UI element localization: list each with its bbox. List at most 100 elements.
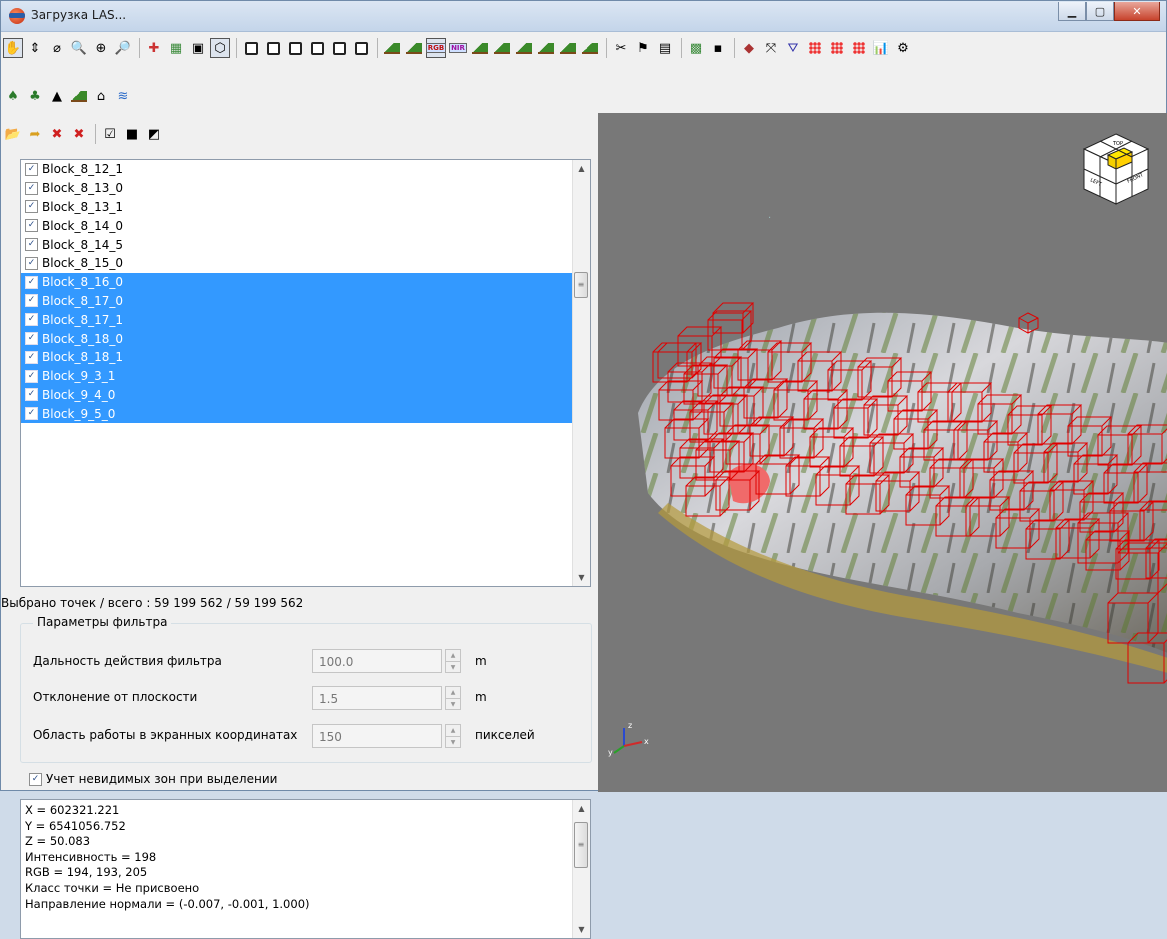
list-item-checkbox[interactable]: ✓	[25, 219, 38, 233]
list-item[interactable]: ✓ Block_8_16_0	[21, 272, 590, 292]
list-item[interactable]: ✓ Block_9_4_0	[21, 385, 590, 405]
ground-icon[interactable]	[69, 86, 89, 106]
view-cube-4-icon[interactable]	[307, 38, 327, 58]
info-scroll-thumb[interactable]: ≡	[574, 822, 588, 868]
point-add-icon[interactable]: ✚	[144, 38, 164, 58]
list-item-checkbox[interactable]: ✓	[25, 407, 38, 421]
invert-check-icon[interactable]: ◩	[144, 124, 164, 144]
filter-icon[interactable]: ⛛	[783, 38, 803, 58]
tools-icon[interactable]: ✂	[611, 38, 631, 58]
list-item-checkbox[interactable]: ✓	[25, 238, 38, 252]
points-sparse-icon[interactable]	[827, 38, 847, 58]
move-vertical-icon[interactable]: ⇕	[25, 38, 45, 58]
scroll-down-icon[interactable]: ▼	[573, 569, 590, 586]
list-item[interactable]: ✓ Block_8_14_5	[21, 235, 590, 254]
uncheck-all-icon[interactable]: ■	[122, 124, 142, 144]
hidden-zones-check-icon[interactable]: ✓	[29, 772, 42, 786]
view-cube-5-icon[interactable]	[329, 38, 349, 58]
info-scroll-down-icon[interactable]: ▼	[573, 921, 590, 938]
texture-icon[interactable]: ▩	[686, 38, 706, 58]
point-cloud-render[interactable]: · x z y	[598, 113, 1167, 792]
settings-icon[interactable]: ⚙	[893, 38, 913, 58]
ground-color-icon[interactable]	[558, 38, 578, 58]
list-item-checkbox[interactable]: ✓	[25, 313, 38, 327]
list-item-checkbox[interactable]: ✓	[25, 275, 38, 289]
navigation-cube[interactable]: TOP LEFT FRONT	[1076, 129, 1156, 209]
list-item[interactable]: ✓ Block_8_17_1	[21, 310, 590, 330]
list-item-checkbox[interactable]: ✓	[25, 332, 38, 346]
list-scrollbar[interactable]: ▲ ≡ ▼	[572, 160, 590, 586]
close-button[interactable]: ✕	[1114, 2, 1160, 21]
scroll-up-icon[interactable]: ▲	[573, 160, 590, 177]
blocks-list[interactable]: ✓ Block_8_12_1 ✓ Block_8_13_0 ✓ Block_8_13_1 ✓…	[20, 159, 591, 587]
elevation-color-icon[interactable]	[492, 38, 512, 58]
list-item[interactable]: ✓ Block_8_12_1	[21, 160, 590, 179]
delete-icon[interactable]: ✖	[47, 124, 67, 144]
view-cube-1-icon[interactable]	[241, 38, 261, 58]
histogram-icon[interactable]: 📊	[871, 38, 891, 58]
transform-icon[interactable]: ⤧	[761, 38, 781, 58]
open-folder-icon[interactable]: 📂	[3, 124, 23, 144]
classify-icon[interactable]: ⚑	[633, 38, 653, 58]
maximize-button[interactable]: ▢	[1086, 2, 1114, 21]
rgb-color-icon[interactable]: RGB	[425, 38, 447, 58]
list-item-checkbox[interactable]: ✓	[25, 350, 38, 364]
house-icon[interactable]: ⌂	[91, 86, 111, 106]
pan-hand-icon[interactable]: ✋	[3, 38, 23, 58]
filter-range-spinner[interactable]: ▲ ▼	[445, 649, 461, 673]
filter-range-input[interactable]: 100.0	[312, 649, 442, 673]
rectangle-select-icon[interactable]: ▣	[188, 38, 208, 58]
delete-all-icon[interactable]: ✖	[69, 124, 89, 144]
info-scroll-up-icon[interactable]: ▲	[573, 800, 590, 817]
screen-area-spinner[interactable]: ▲ ▼	[445, 724, 461, 748]
plane-icon[interactable]: ◆	[739, 38, 759, 58]
list-item-checkbox[interactable]: ✓	[25, 181, 38, 195]
panel-icon[interactable]: ▪	[708, 38, 728, 58]
plane-deviation-spinner[interactable]: ▲ ▼	[445, 686, 461, 710]
polygon-select-icon[interactable]: ⬡	[210, 38, 230, 58]
tree-icon[interactable]: ♠	[3, 86, 23, 106]
plane-deviation-input[interactable]: 1.5	[312, 686, 442, 710]
intensity-color-icon[interactable]	[470, 38, 490, 58]
table-icon[interactable]: ▤	[655, 38, 675, 58]
points-dense-icon[interactable]	[849, 38, 869, 58]
shrub-icon[interactable]: ♣	[25, 86, 45, 106]
list-item[interactable]: ✓ Block_8_13_0	[21, 179, 590, 198]
list-item[interactable]: ✓ Block_8_17_0	[21, 291, 590, 311]
minimize-button[interactable]: ▁	[1058, 2, 1086, 21]
list-item-checkbox[interactable]: ✓	[25, 162, 38, 176]
list-item[interactable]: ✓ Block_9_5_0	[21, 404, 590, 424]
points-red-icon[interactable]	[805, 38, 825, 58]
list-item-checkbox[interactable]: ✓	[25, 369, 38, 383]
open-next-icon[interactable]: ➦	[25, 124, 45, 144]
slope-color-icon[interactable]	[580, 38, 600, 58]
water-icon[interactable]: ≋	[113, 86, 133, 106]
list-item[interactable]: ✓ Block_8_18_0	[21, 329, 590, 348]
return-color-icon[interactable]	[536, 38, 556, 58]
terrain-2-icon[interactable]	[404, 38, 424, 58]
list-item-checkbox[interactable]: ✓	[25, 256, 38, 270]
zoom-extent-icon[interactable]: 🔎	[113, 38, 133, 58]
view-cube-6-icon[interactable]	[351, 38, 371, 58]
hidden-zones-checkbox[interactable]: ✓ Учет невидимых зон при выделении	[29, 772, 277, 786]
list-item-checkbox[interactable]: ✓	[25, 294, 38, 308]
info-scrollbar[interactable]: ▲ ≡ ▼	[572, 800, 590, 938]
building-icon[interactable]: ▲	[47, 86, 67, 106]
3d-viewport[interactable]: · x z y TOP LEFT FRONT	[598, 113, 1167, 792]
zoom-window-icon[interactable]: ⊕	[91, 38, 111, 58]
lasso-icon[interactable]: ⌀	[47, 38, 67, 58]
view-cube-2-icon[interactable]	[263, 38, 283, 58]
list-item[interactable]: ✓ Block_8_15_0	[21, 254, 590, 273]
screen-area-input[interactable]: 150	[312, 724, 442, 748]
scroll-thumb[interactable]: ≡	[574, 272, 588, 298]
class-color-icon[interactable]	[514, 38, 534, 58]
list-item[interactable]: ✓ Block_9_3_1	[21, 366, 590, 386]
check-all-icon[interactable]: ☑	[100, 124, 120, 144]
list-item[interactable]: ✓ Block_8_14_0	[21, 216, 590, 235]
list-item[interactable]: ✓ Block_8_18_1	[21, 347, 590, 367]
nir-color-icon[interactable]: NIR	[448, 38, 468, 58]
view-cube-3-icon[interactable]	[285, 38, 305, 58]
list-item-checkbox[interactable]: ✓	[25, 200, 38, 214]
zoom-in-icon[interactable]: 🔍	[69, 38, 89, 58]
map-layer-icon[interactable]: ▦	[166, 38, 186, 58]
